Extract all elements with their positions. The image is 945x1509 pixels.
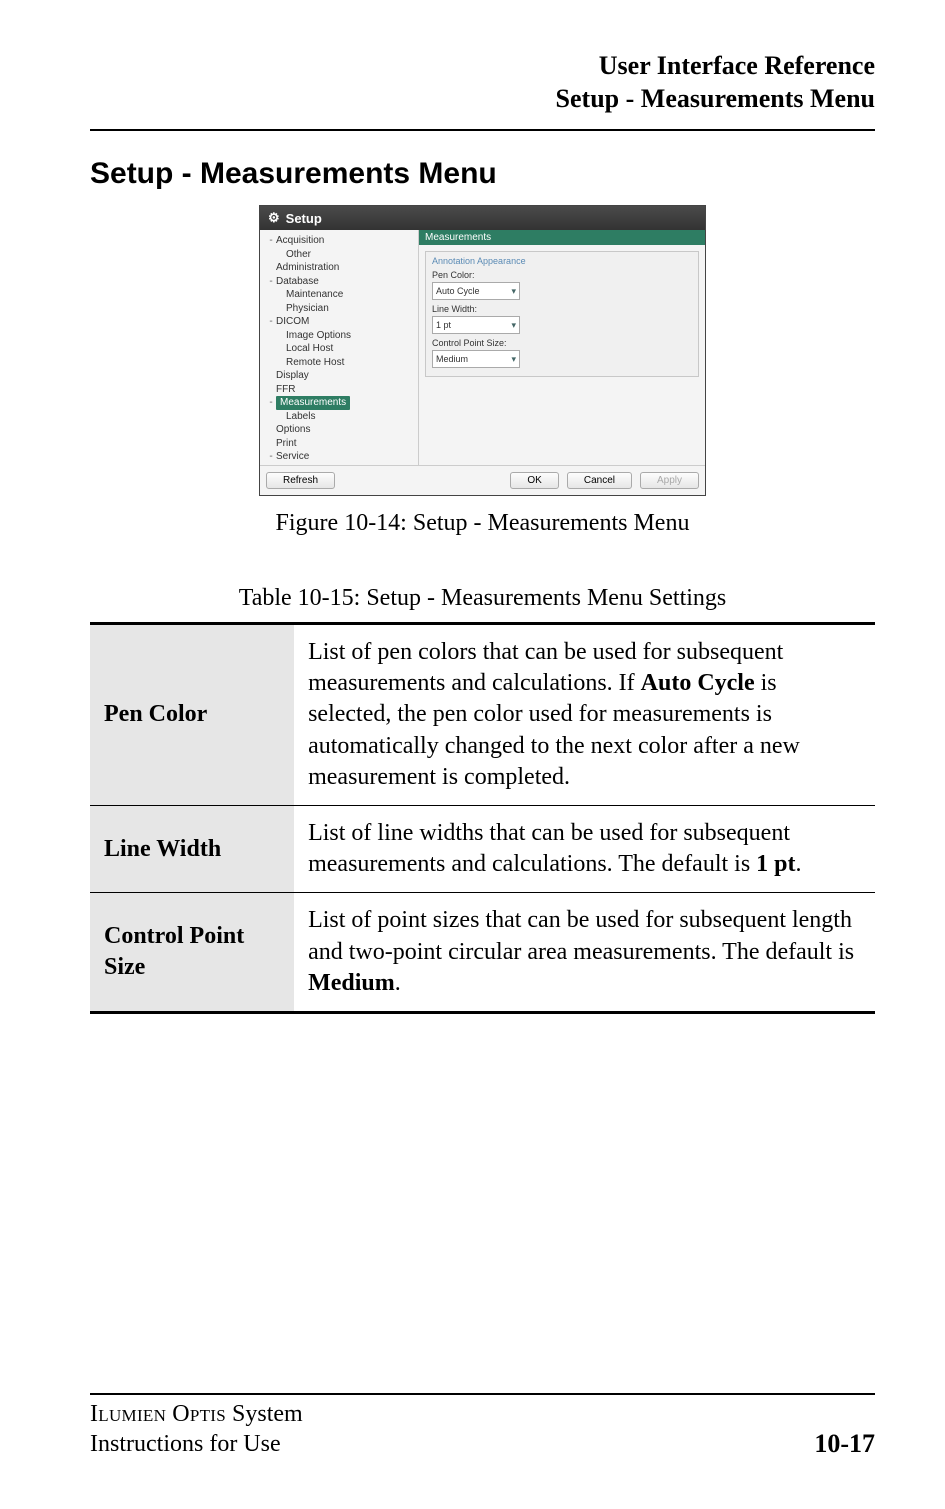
setting-description: List of point sizes that can be used for… xyxy=(294,893,875,1013)
tree-item[interactable]: FFR xyxy=(266,383,416,397)
apply-button[interactable]: Apply xyxy=(640,472,699,489)
tree-item-label: Remote Host xyxy=(286,357,344,368)
tree-item-label: Physician xyxy=(286,303,329,314)
tree-item-label: Administration xyxy=(276,262,339,273)
setting-name: Pen Color xyxy=(90,624,294,806)
tree-item[interactable]: Other xyxy=(266,248,416,262)
tree-item[interactable]: Image Options xyxy=(266,329,416,343)
panel-title: Measurements xyxy=(419,230,705,245)
tree-item-label: Acquisition xyxy=(276,235,324,246)
tree-item-label: Print xyxy=(276,438,297,449)
tree-item-label: Measurements xyxy=(276,396,350,410)
tree-item[interactable]: -Measurements xyxy=(266,396,416,410)
setting-description: List of pen colors that can be used for … xyxy=(294,624,875,806)
setting-name: Line Width xyxy=(90,805,294,892)
tree-item[interactable]: Options xyxy=(266,423,416,437)
footer-brand-rest: System xyxy=(226,1401,303,1427)
header-rule xyxy=(90,129,875,131)
tree-item[interactable]: Administration xyxy=(266,261,416,275)
footer-left: Ilumien Optis System Instructions for Us… xyxy=(90,1399,303,1459)
chevron-down-icon: ▾ xyxy=(511,320,516,331)
dialog-titlebar: Setup xyxy=(260,206,705,230)
tree-item[interactable]: System Diagnostics xyxy=(266,464,416,466)
cancel-button[interactable]: Cancel xyxy=(567,472,632,489)
control-point-size-value: Medium xyxy=(436,354,468,364)
table-row: Line WidthList of line widths that can b… xyxy=(90,805,875,892)
line-width-label: Line Width: xyxy=(432,304,692,314)
tree-item-label: System Diagnostics xyxy=(286,465,374,466)
control-point-size-label: Control Point Size: xyxy=(432,338,692,348)
tree-item-label: Options xyxy=(276,424,310,435)
footer-brand-1: Ilumien xyxy=(90,1401,166,1427)
gear-icon xyxy=(268,210,280,226)
setting-name: Control Point Size xyxy=(90,893,294,1013)
settings-tree[interactable]: -AcquisitionOtherAdministration-Database… xyxy=(260,230,419,465)
tree-toggle-icon: - xyxy=(266,275,276,289)
tree-item-label: Service xyxy=(276,451,309,462)
tree-item-label: Image Options xyxy=(286,330,351,341)
tree-item[interactable]: -DICOM xyxy=(266,315,416,329)
setup-dialog: Setup -AcquisitionOtherAdministration-Da… xyxy=(259,205,706,496)
header-line-1: User Interface Reference xyxy=(90,50,875,83)
dialog-title: Setup xyxy=(286,211,322,226)
table-row: Control Point SizeList of point sizes th… xyxy=(90,893,875,1013)
footer-line-2: Instructions for Use xyxy=(90,1431,281,1457)
tree-item[interactable]: Display xyxy=(266,369,416,383)
page-number: 10-17 xyxy=(814,1429,875,1459)
tree-item-label: Database xyxy=(276,276,319,287)
tree-item[interactable]: Print xyxy=(266,437,416,451)
group-legend: Annotation Appearance xyxy=(432,256,692,266)
pen-color-select[interactable]: Auto Cycle ▾ xyxy=(432,282,520,300)
page-footer: Ilumien Optis System Instructions for Us… xyxy=(90,1393,875,1459)
section-heading: Setup - Measurements Menu xyxy=(90,157,875,191)
tree-item[interactable]: Maintenance xyxy=(266,288,416,302)
dialog-footer: Refresh OK Cancel Apply xyxy=(260,465,705,495)
tree-toggle-icon: - xyxy=(266,315,276,329)
chevron-down-icon: ▾ xyxy=(511,354,516,365)
tree-item[interactable]: -Service xyxy=(266,450,416,464)
control-point-size-select[interactable]: Medium ▾ xyxy=(432,350,520,368)
tree-item[interactable]: Local Host xyxy=(266,342,416,356)
tree-item-label: Other xyxy=(286,249,311,260)
tree-item-label: Labels xyxy=(286,411,315,422)
chevron-down-icon: ▾ xyxy=(511,286,516,297)
line-width-value: 1 pt xyxy=(436,320,451,330)
settings-table: Pen ColorList of pen colors that can be … xyxy=(90,622,875,1014)
header-line-2: Setup - Measurements Menu xyxy=(90,83,875,116)
annotation-appearance-group: Annotation Appearance Pen Color: Auto Cy… xyxy=(425,251,699,377)
tree-item-label: Display xyxy=(276,370,309,381)
tree-item-label: FFR xyxy=(276,384,295,395)
line-width-select[interactable]: 1 pt ▾ xyxy=(432,316,520,334)
tree-item-label: Local Host xyxy=(286,343,333,354)
tree-toggle-icon: - xyxy=(266,396,276,410)
tree-item[interactable]: -Acquisition xyxy=(266,234,416,248)
refresh-button[interactable]: Refresh xyxy=(266,472,335,489)
table-caption: Table 10-15: Setup - Measurements Menu S… xyxy=(90,585,875,612)
ok-button[interactable]: OK xyxy=(510,472,558,489)
tree-toggle-icon: - xyxy=(266,234,276,248)
table-row: Pen ColorList of pen colors that can be … xyxy=(90,624,875,806)
tree-item-label: DICOM xyxy=(276,316,309,327)
setting-description: List of line widths that can be used for… xyxy=(294,805,875,892)
figure-caption: Figure 10-14: Setup - Measurements Menu xyxy=(90,510,875,537)
tree-item[interactable]: Labels xyxy=(266,410,416,424)
settings-panel: Measurements Annotation Appearance Pen C… xyxy=(419,230,705,465)
tree-toggle-icon: - xyxy=(266,450,276,464)
tree-item-label: Maintenance xyxy=(286,289,343,300)
tree-item[interactable]: Physician xyxy=(266,302,416,316)
tree-item[interactable]: -Database xyxy=(266,275,416,289)
pen-color-value: Auto Cycle xyxy=(436,286,480,296)
tree-item[interactable]: Remote Host xyxy=(266,356,416,370)
pen-color-label: Pen Color: xyxy=(432,270,692,280)
running-header: User Interface Reference Setup - Measure… xyxy=(90,50,875,115)
footer-brand-2: Optis xyxy=(172,1401,226,1427)
